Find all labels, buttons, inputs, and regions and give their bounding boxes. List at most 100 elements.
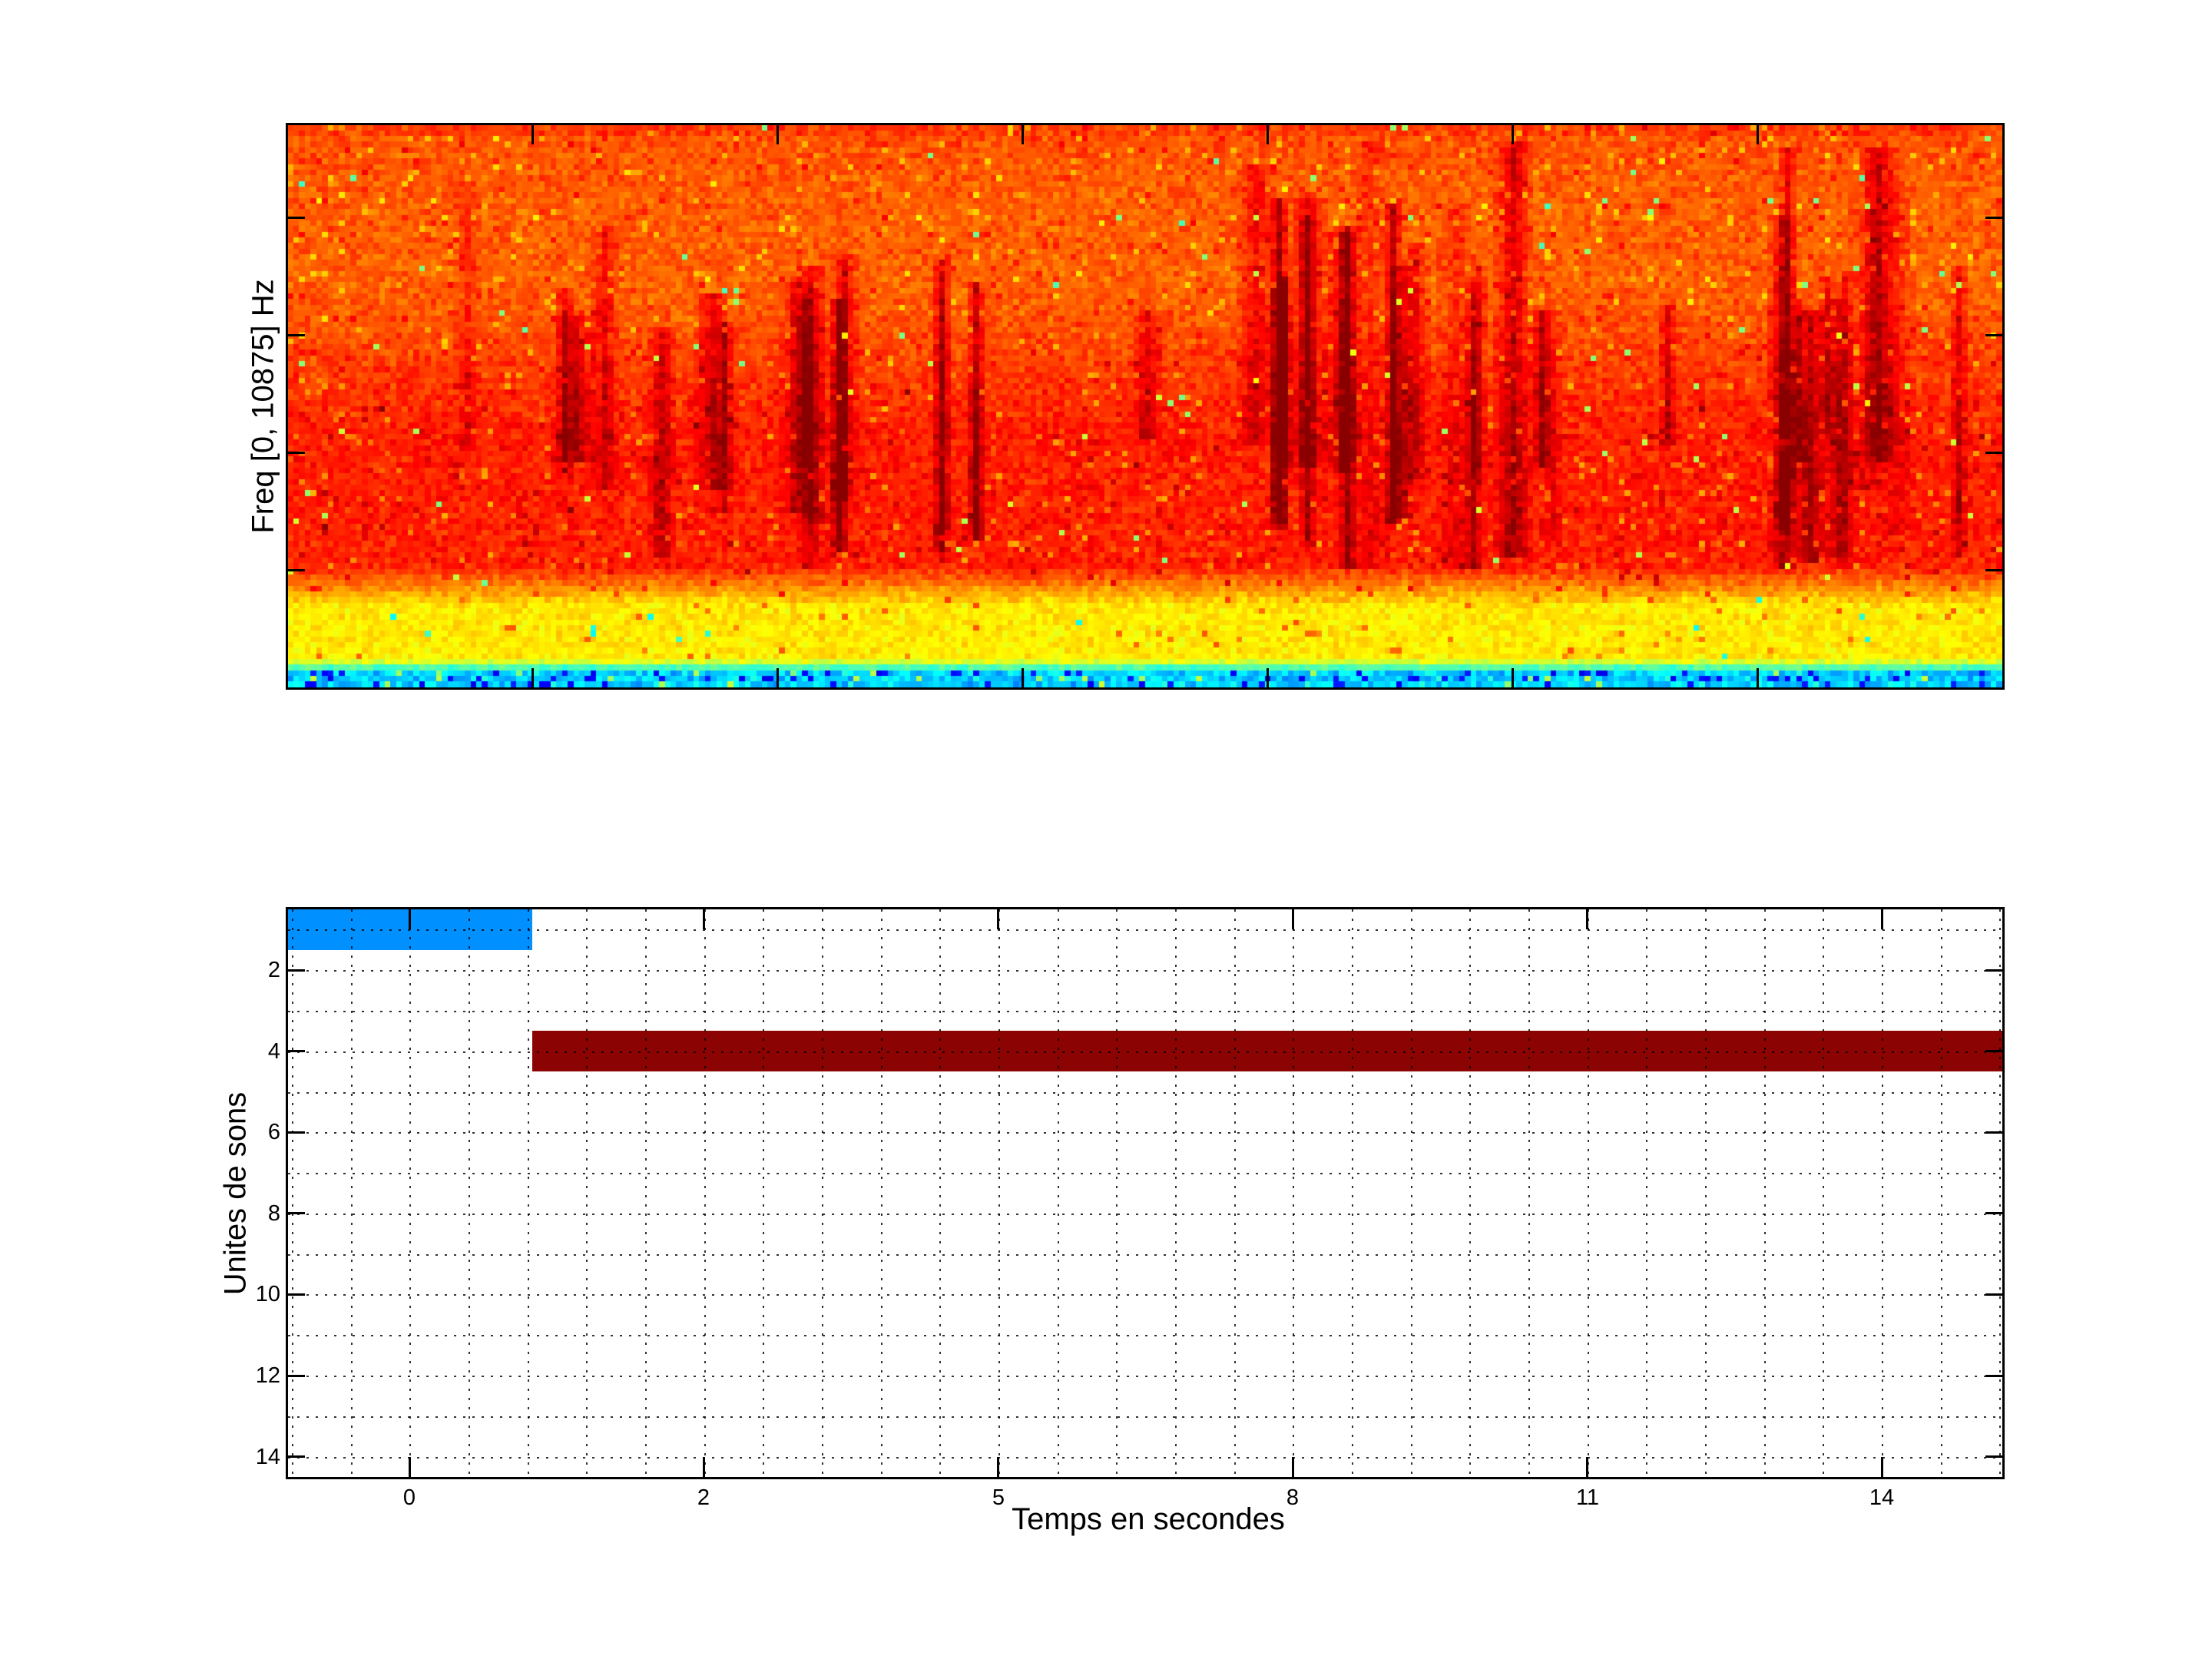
gantt-x-tick <box>1881 909 1883 929</box>
gantt-x-tick <box>1586 909 1588 929</box>
gantt-y-tick <box>288 1293 305 1296</box>
v-gridline <box>469 909 470 1477</box>
v-gridline <box>1588 909 1589 1477</box>
v-gridline <box>1646 909 1647 1477</box>
x-tick-label: 8 <box>1286 1485 1300 1510</box>
spec-x-tick <box>1512 125 1514 144</box>
gantt-axes <box>286 907 2005 1479</box>
v-gridline <box>998 909 1000 1477</box>
gantt-y-tick <box>288 1050 305 1052</box>
spec-x-tick <box>1022 668 1024 687</box>
h-gridline <box>288 1011 2002 1012</box>
spec-x-tick <box>1512 668 1514 687</box>
spec-x-tick <box>1022 125 1024 144</box>
v-gridline <box>1823 909 1824 1477</box>
x-tick-label: 5 <box>992 1485 1005 1510</box>
v-gridline <box>528 909 529 1477</box>
h-gridline <box>288 1416 2002 1418</box>
v-gridline <box>1999 909 2001 1477</box>
h-gridline <box>288 1092 2002 1094</box>
h-gridline <box>288 1335 2002 1336</box>
gantt-y-tick <box>288 1212 305 1214</box>
spec-x-tick <box>777 125 779 144</box>
h-gridline <box>288 1051 2002 1053</box>
h-gridline <box>288 1214 2002 1215</box>
spec-x-tick <box>1267 668 1269 687</box>
gantt-y-tick <box>288 1375 305 1377</box>
gantt-y-tick <box>1985 1212 2002 1214</box>
spectrogram-ylabel: Freq [0, 10875] Hz <box>246 279 280 534</box>
h-gridline <box>288 1173 2002 1174</box>
spec-y-tick <box>288 217 305 219</box>
gantt-x-tick <box>1586 1457 1588 1477</box>
spec-y-tick <box>1985 217 2002 219</box>
v-gridline <box>704 909 706 1477</box>
spec-x-tick <box>531 668 534 687</box>
v-gridline <box>351 909 353 1477</box>
x-tick-label: 14 <box>1869 1485 1895 1510</box>
v-gridline <box>1293 909 1294 1477</box>
spec-x-tick <box>1757 125 1759 144</box>
gantt-x-tick <box>1292 909 1294 929</box>
h-gridline <box>288 970 2002 972</box>
y-tick-label: 14 <box>255 1445 280 1469</box>
gantt-x-tick <box>409 1457 411 1477</box>
gantt-y-tick <box>1985 1455 2002 1458</box>
v-gridline <box>1528 909 1530 1477</box>
gantt-x-tick <box>703 1457 705 1477</box>
gantt-y-tick <box>1985 1050 2002 1052</box>
v-gridline <box>645 909 647 1477</box>
spec-x-tick <box>1267 125 1269 144</box>
v-gridline <box>1175 909 1177 1477</box>
v-gridline <box>881 909 882 1477</box>
v-gridline <box>1234 909 1236 1477</box>
v-gridline <box>1941 909 1942 1477</box>
v-gridline <box>586 909 588 1477</box>
gantt-x-tick <box>997 909 999 929</box>
gantt-xlabel: Temps en secondes <box>1012 1502 1285 1536</box>
h-gridline <box>288 1376 2002 1377</box>
gantt-x-tick <box>703 909 705 929</box>
spec-y-tick <box>1985 452 2002 454</box>
spec-y-tick <box>1985 334 2002 336</box>
y-tick-label: 12 <box>255 1363 280 1388</box>
v-gridline <box>1116 909 1118 1477</box>
h-gridline <box>288 1254 2002 1256</box>
h-gridline <box>288 1132 2002 1134</box>
v-gridline <box>409 909 411 1477</box>
x-tick-label: 0 <box>402 1485 416 1510</box>
spec-x-tick <box>1757 668 1759 687</box>
h-gridline <box>288 1294 2002 1296</box>
v-gridline <box>292 909 293 1477</box>
v-gridline <box>1058 909 1059 1477</box>
gantt-y-tick <box>1985 969 2002 972</box>
spectrogram-image <box>288 125 2002 687</box>
v-gridline <box>822 909 823 1477</box>
gantt-x-tick <box>997 1457 999 1477</box>
y-tick-label: 4 <box>267 1039 280 1064</box>
spec-y-tick <box>288 569 305 571</box>
v-gridline <box>1705 909 1707 1477</box>
gantt-y-tick <box>288 969 305 972</box>
gantt-x-tick <box>409 909 411 929</box>
spec-x-tick <box>531 125 534 144</box>
spec-y-tick <box>288 334 305 336</box>
gantt-y-tick <box>288 1455 305 1458</box>
gantt-y-tick <box>1985 1293 2002 1296</box>
v-gridline <box>1764 909 1766 1477</box>
v-gridline <box>763 909 764 1477</box>
x-tick-label: 11 <box>1575 1485 1600 1510</box>
spec-x-tick <box>777 668 779 687</box>
gantt-ylabel: Unites de sons <box>218 1091 253 1296</box>
h-gridline <box>288 1457 2002 1459</box>
gantt-x-tick <box>1881 1457 1883 1477</box>
gantt-y-tick <box>288 1131 305 1134</box>
spec-y-tick <box>1985 569 2002 571</box>
v-gridline <box>1469 909 1471 1477</box>
spec-y-tick <box>288 452 305 454</box>
spectrogram-axes <box>286 123 2005 690</box>
v-gridline <box>939 909 941 1477</box>
v-gridline <box>1352 909 1353 1477</box>
v-gridline <box>1882 909 1883 1477</box>
h-gridline <box>288 929 2002 931</box>
